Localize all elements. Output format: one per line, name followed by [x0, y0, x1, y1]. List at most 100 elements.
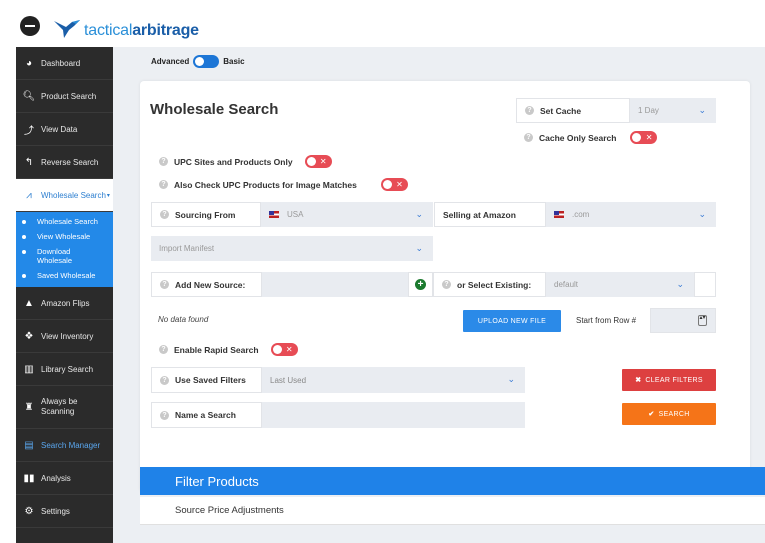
add-source-button[interactable]: + — [408, 272, 433, 297]
sidebar-item-label: Amazon Flips — [41, 298, 90, 308]
sidebar-item-dashboard[interactable]: ◕ Dashboard — [16, 47, 113, 80]
mode-basic-label: Basic — [223, 57, 245, 66]
submenu-item-wholesale-search[interactable]: Wholesale Search — [16, 214, 113, 229]
cache-only-label: Cache Only Search — [539, 132, 617, 143]
close-icon: ✕ — [319, 157, 327, 166]
select-existing-select[interactable]: default ⌄ — [546, 272, 694, 297]
add-source-label-box: ? Add New Source: — [151, 272, 262, 297]
saved-filters-select[interactable]: Last Used ⌄ — [262, 367, 525, 393]
sourcing-from-select[interactable]: USA ⌄ — [261, 202, 433, 227]
sidebar-item-always-be-scanning[interactable]: ♜ Always be Scanning — [16, 386, 113, 429]
rapid-search-toggle[interactable]: ✕ — [270, 343, 298, 356]
wholesale-submenu: Wholesale Search View Wholesale Download… — [16, 212, 113, 287]
close-icon: ✕ — [285, 345, 293, 354]
trophy-icon: ♜ — [24, 401, 34, 413]
upload-new-file-button[interactable]: UPLOAD NEW FILE — [463, 310, 561, 332]
caret-down-icon: ▾ — [106, 192, 110, 199]
submenu-item-view-wholesale[interactable]: View Wholesale — [16, 229, 113, 244]
help-icon[interactable]: ? — [160, 210, 169, 219]
help-icon[interactable]: ? — [160, 410, 169, 420]
triangle-icon: ▲ — [24, 297, 34, 309]
set-cache-select[interactable]: 1 Day ⌄ — [630, 98, 716, 123]
filter-products-title: Filter Products — [175, 473, 259, 489]
submenu-item-label: Download Wholesale — [37, 247, 73, 265]
sidebar-item-library-search[interactable]: ▥ Library Search — [16, 353, 113, 386]
sidebar-item-search-manager[interactable]: ▤ Search Manager — [16, 429, 113, 462]
start-row-label: Start from Row # — [576, 316, 637, 325]
saved-filters-value: Last Used — [270, 375, 307, 385]
books-icon: ▥ — [24, 363, 34, 375]
help-icon[interactable]: ? — [160, 280, 169, 289]
select-existing-value: default — [554, 280, 579, 289]
clear-filters-button[interactable]: ✖ CLEAR FILTERS — [622, 369, 716, 391]
sourcing-from-label-box: ? Sourcing From — [151, 202, 261, 227]
source-price-adjustments-label: Source Price Adjustments — [175, 505, 284, 516]
sidebar-item-label: Always be Scanning — [41, 397, 78, 416]
help-icon[interactable]: ? — [524, 133, 533, 142]
bullet-icon — [22, 274, 26, 278]
cache-only-row: ? Cache Only Search ✕ — [524, 131, 658, 144]
us-flag-icon — [269, 211, 279, 218]
chevron-down-icon: ⌄ — [698, 209, 706, 219]
upc-image-row: ? Also Check UPC Products for Image Matc… — [159, 178, 408, 191]
add-source-input[interactable] — [262, 272, 408, 297]
menu-toggle-icon[interactable] — [20, 16, 40, 36]
upc-image-toggle[interactable]: ✕ — [380, 178, 408, 191]
submenu-item-label: View Wholesale — [37, 232, 91, 241]
sidebar-item-amazon-flips[interactable]: ▲ Amazon Flips — [16, 287, 113, 320]
name-search-label: Name a Search — [175, 410, 236, 420]
sidebar: ◕ Dashboard 🔍︎ Product Search ⤴ View Data ↰… — [16, 47, 113, 543]
rapid-search-label: Enable Rapid Search — [174, 344, 259, 355]
sidebar-item-label: Product Search — [41, 91, 97, 101]
add-source-label: Add New Source: — [175, 279, 246, 290]
saved-filters-label: Use Saved Filters — [175, 375, 246, 385]
sidebar-item-product-search[interactable]: 🔍︎ Product Search — [16, 80, 113, 113]
search-button[interactable]: ✔ SEARCH — [622, 403, 716, 425]
source-price-adjustments-row[interactable]: Source Price Adjustments — [140, 497, 765, 525]
start-row-input[interactable]: ▴▾ — [650, 308, 716, 333]
page-title: Wholesale Search — [150, 101, 279, 118]
select-existing-label-box: ? or Select Existing: — [433, 272, 546, 297]
top-bar: tacticalarbitrage — [0, 0, 765, 46]
selling-at-value: .com — [572, 210, 590, 219]
help-icon[interactable]: ? — [159, 157, 168, 166]
sidebar-item-settings[interactable]: ⚙ Settings — [16, 495, 113, 528]
help-icon[interactable]: ? — [442, 280, 451, 289]
submenu-item-saved-wholesale[interactable]: Saved Wholesale — [16, 268, 113, 283]
upc-sites-toggle[interactable]: ✕ — [304, 155, 332, 168]
submenu-item-download-wholesale[interactable]: Download Wholesale — [16, 244, 113, 268]
sidebar-item-reverse-search[interactable]: ↰ Reverse Search — [16, 146, 113, 179]
select-existing-end — [694, 272, 716, 297]
sidebar-item-analysis[interactable]: ▮▮ Analysis — [16, 462, 113, 495]
import-manifest-placeholder: Import Manifest — [159, 244, 215, 253]
filter-products-header[interactable]: Filter Products — [140, 467, 765, 495]
submenu-item-label: Wholesale Search — [37, 217, 98, 226]
brand-logo[interactable]: tacticalarbitrage — [52, 12, 199, 40]
import-manifest-select[interactable]: Import Manifest ⌄ — [151, 236, 433, 261]
upc-sites-label: UPC Sites and Products Only — [174, 156, 293, 167]
mode-switch[interactable] — [193, 55, 220, 68]
sidebar-item-wholesale-search[interactable]: ⩘ Wholesale Search ▾ — [16, 179, 113, 212]
sidebar-item-view-inventory[interactable]: ❖ View Inventory — [16, 320, 113, 353]
search-icon: 🔍︎ — [22, 90, 36, 102]
selling-at-label-box: Selling at Amazon — [434, 202, 546, 227]
selling-at-select[interactable]: .com ⌄ — [546, 202, 716, 227]
sidebar-item-label: Reverse Search — [41, 157, 99, 167]
help-icon[interactable]: ? — [159, 180, 168, 189]
saved-filters-label-box: ? Use Saved Filters — [151, 367, 262, 393]
bullet-icon — [22, 250, 26, 254]
sidebar-item-label: Library Search — [41, 364, 94, 374]
set-cache-label-box: ? Set Cache — [516, 98, 630, 123]
palette-icon: ◕ — [25, 57, 33, 69]
sidebar-item-view-data[interactable]: ⤴ View Data — [16, 113, 113, 146]
search-button-label: SEARCH — [658, 410, 690, 418]
help-icon[interactable]: ? — [160, 375, 169, 385]
spinner-icon[interactable]: ▴▾ — [698, 315, 707, 326]
help-icon[interactable]: ? — [525, 106, 534, 115]
cache-only-toggle[interactable]: ✕ — [630, 131, 658, 144]
help-icon[interactable]: ? — [159, 345, 168, 354]
mode-toggle: Advanced Basic — [151, 55, 245, 68]
wholesale-search-card: Wholesale Search ? Set Cache 1 Day ⌄ ? Cac… — [140, 81, 750, 492]
chevron-down-icon: ⌄ — [676, 279, 684, 289]
name-search-input[interactable] — [262, 402, 525, 428]
